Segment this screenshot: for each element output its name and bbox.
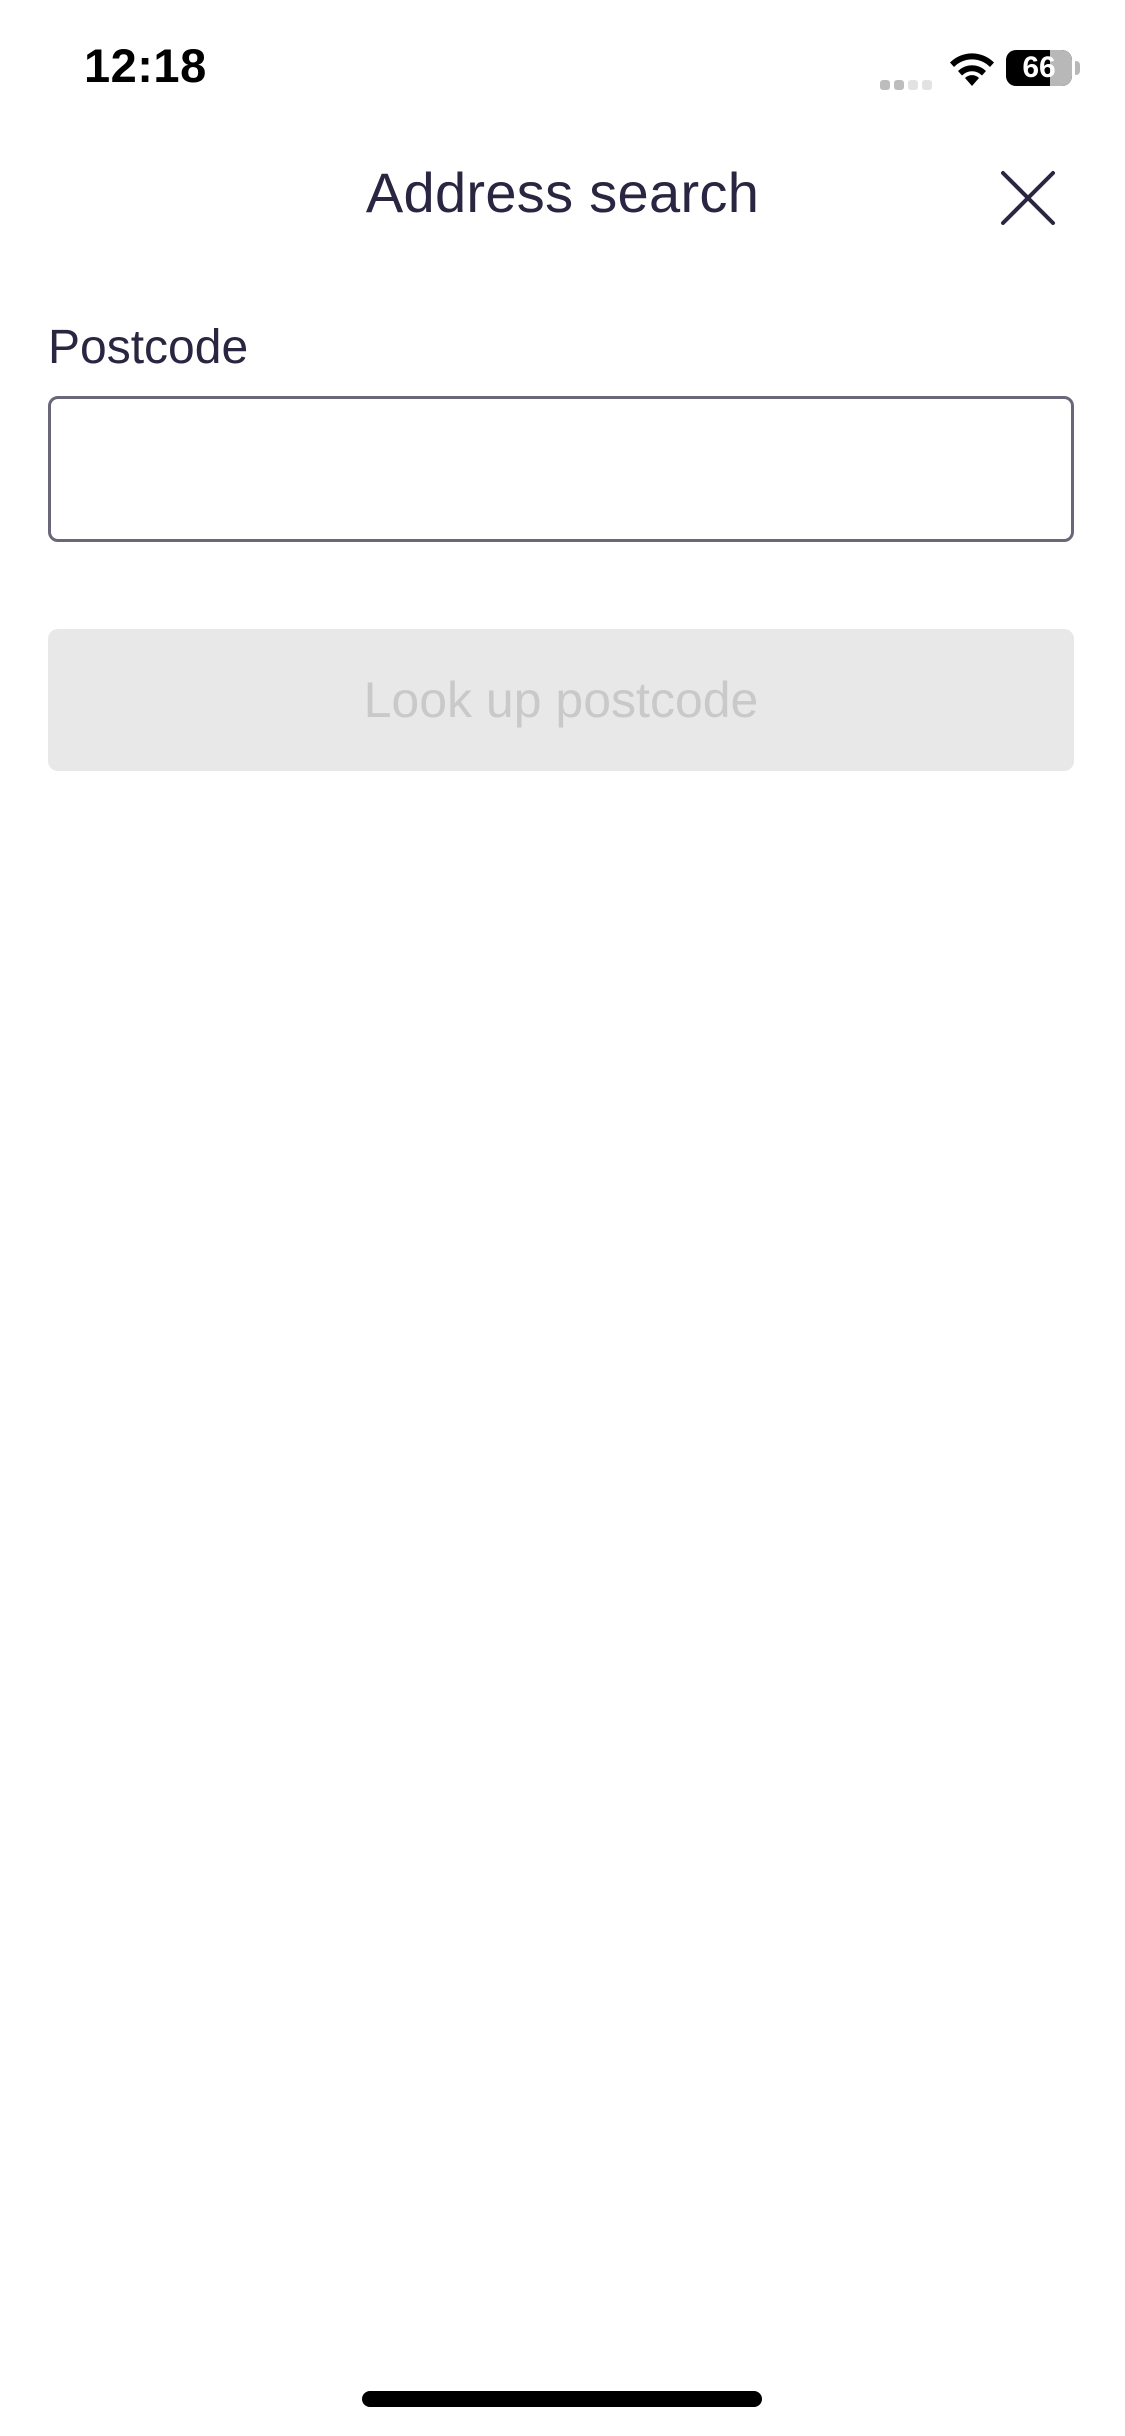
status-bar: 12:18 66 (0, 0, 1125, 140)
postcode-input[interactable] (48, 396, 1074, 542)
cellular-signal-icon (880, 80, 932, 90)
close-button[interactable] (990, 160, 1066, 236)
wifi-icon (950, 53, 994, 86)
battery-icon: 66 (1006, 50, 1080, 88)
status-time: 12:18 (84, 39, 207, 92)
battery-level: 66 (1022, 51, 1056, 84)
close-icon (1001, 171, 1055, 225)
page-title: Address search (365, 161, 760, 224)
postcode-label: Postcode (48, 321, 249, 374)
home-indicator (362, 2391, 762, 2407)
look-up-postcode-button[interactable]: Look up postcode (48, 629, 1074, 771)
